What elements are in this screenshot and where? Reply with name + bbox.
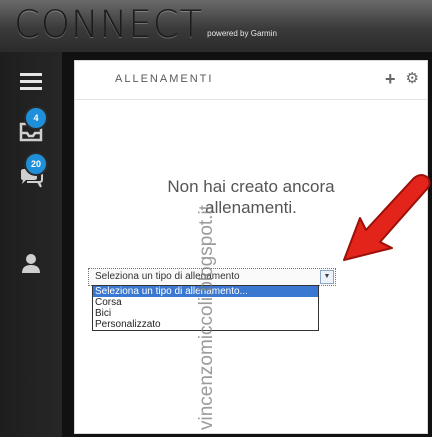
nav-profile[interactable] bbox=[0, 248, 62, 278]
page-title: ALLENAMENTI bbox=[115, 73, 214, 85]
add-icon[interactable]: + bbox=[385, 70, 396, 88]
header-actions: + ⚙ bbox=[385, 70, 419, 88]
gear-icon[interactable]: ⚙ bbox=[406, 71, 419, 87]
user-icon bbox=[22, 254, 40, 273]
panel-header: ALLENAMENTI + ⚙ bbox=[75, 61, 427, 100]
brand-tagline: powered by Garmin bbox=[207, 29, 277, 38]
brand-logo[interactable]: CONNECT powered by Garmin bbox=[14, 3, 277, 46]
brand-name: CONNECT bbox=[14, 3, 204, 46]
hamburger-icon bbox=[20, 73, 42, 90]
nav-connections[interactable]: 20 bbox=[0, 152, 62, 196]
nav-inbox[interactable]: 4 bbox=[0, 106, 62, 148]
annotation-arrow bbox=[343, 174, 431, 261]
watermark: vincenzomiccoli.blogspot.it bbox=[196, 204, 217, 430]
watermark-text: vincenzomiccoli.blogspot.it bbox=[196, 204, 217, 430]
left-nav: 4 20 bbox=[0, 52, 62, 437]
notification-badge: 4 bbox=[24, 106, 48, 130]
connections-badge: 20 bbox=[24, 152, 48, 176]
chevron-down-icon[interactable]: ▼ bbox=[320, 270, 334, 284]
menu-button[interactable] bbox=[0, 70, 62, 94]
top-bar: CONNECT powered by Garmin bbox=[0, 0, 432, 52]
